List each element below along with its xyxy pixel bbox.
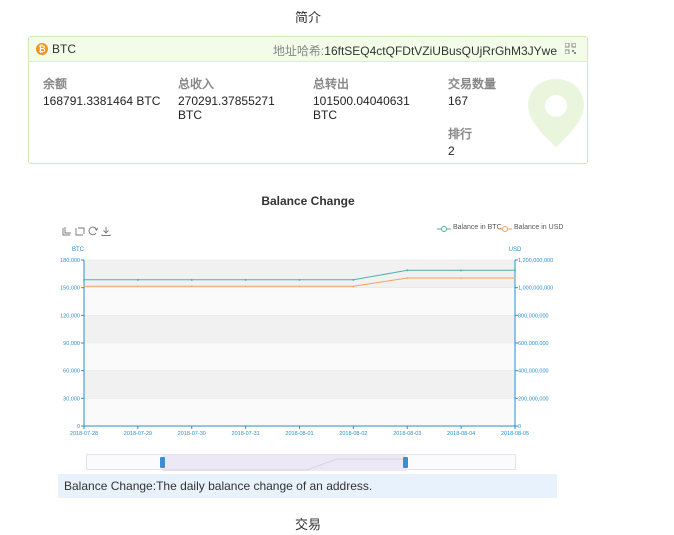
y-left-tick-label: 0 bbox=[77, 424, 80, 430]
series-btc-point bbox=[83, 278, 85, 281]
y-right-tick-label: 1,200,000,000 bbox=[518, 258, 553, 264]
series-btc-point bbox=[298, 278, 301, 281]
series-usd-point bbox=[298, 285, 301, 288]
series-usd-point bbox=[190, 285, 193, 288]
y-left-tick-label: 120,000 bbox=[60, 313, 80, 319]
grid-band bbox=[84, 260, 515, 288]
x-tick-label: 2018-08-03 bbox=[393, 431, 421, 437]
y-left-tick-label: 180,000 bbox=[60, 258, 80, 264]
y-right-tick-label: 200,000,000 bbox=[518, 396, 549, 402]
data-zoom-slider[interactable] bbox=[86, 454, 516, 471]
grid-band bbox=[84, 398, 515, 426]
y-left-tick-label: 90,000 bbox=[63, 341, 80, 347]
x-tick-label: 2018-08-04 bbox=[447, 431, 475, 437]
y-left-axis-title: BTC bbox=[72, 247, 85, 253]
y-right-axis-title: USD bbox=[509, 247, 522, 253]
series-btc-point bbox=[352, 278, 355, 281]
y-right-tick-label: 0 bbox=[518, 424, 521, 430]
series-usd-point bbox=[352, 285, 355, 288]
series-usd-point bbox=[83, 285, 85, 288]
series-btc-point bbox=[514, 269, 516, 272]
y-right-tick-label: 1,000,000,000 bbox=[518, 286, 553, 292]
y-left-tick-label: 60,000 bbox=[63, 369, 80, 375]
zoom-handle-right[interactable] bbox=[403, 457, 408, 468]
y-right-tick-label: 600,000,000 bbox=[518, 341, 549, 347]
series-usd-point bbox=[406, 277, 409, 279]
grid-band bbox=[84, 315, 515, 343]
data-zoom-shadow bbox=[163, 455, 406, 471]
series-usd-point bbox=[460, 277, 462, 279]
x-tick-label: 2018-07-29 bbox=[124, 431, 152, 437]
series-usd-point bbox=[514, 277, 516, 279]
chart-description: Balance Change:The daily balance change … bbox=[64, 479, 373, 493]
grid-band bbox=[84, 370, 515, 399]
series-btc-point bbox=[244, 278, 247, 281]
x-tick-label: 2018-07-28 bbox=[70, 431, 98, 437]
x-tick-label: 2018-08-05 bbox=[501, 431, 529, 437]
x-tick-label: 2018-07-30 bbox=[178, 431, 206, 437]
series-btc-point bbox=[136, 278, 139, 281]
series-btc-point bbox=[406, 269, 409, 272]
x-tick-label: 2018-08-01 bbox=[285, 431, 313, 437]
y-left-tick-label: 30,000 bbox=[63, 396, 80, 402]
series-usd-point bbox=[137, 285, 139, 288]
grid-band bbox=[84, 287, 515, 316]
y-right-tick-label: 400,000,000 bbox=[518, 369, 549, 375]
x-tick-label: 2018-07-31 bbox=[232, 431, 260, 437]
x-tick-label: 2018-08-02 bbox=[339, 431, 367, 437]
chart-description-box: Balance Change:The daily balance change … bbox=[58, 474, 557, 498]
y-left-tick-label: 150,000 bbox=[60, 286, 80, 292]
series-btc-point bbox=[190, 278, 193, 281]
zoom-handle-left[interactable] bbox=[160, 457, 165, 468]
transactions-title: 交易 bbox=[294, 517, 321, 532]
y-right-tick-label: 800,000,000 bbox=[518, 313, 549, 319]
grid-band bbox=[84, 343, 515, 371]
series-btc-point bbox=[460, 269, 463, 272]
series-usd-point bbox=[244, 285, 247, 288]
balance-chart: 0 30,000 60,000 90,000 120,000 150,000 180,000… bbox=[60, 247, 553, 437]
